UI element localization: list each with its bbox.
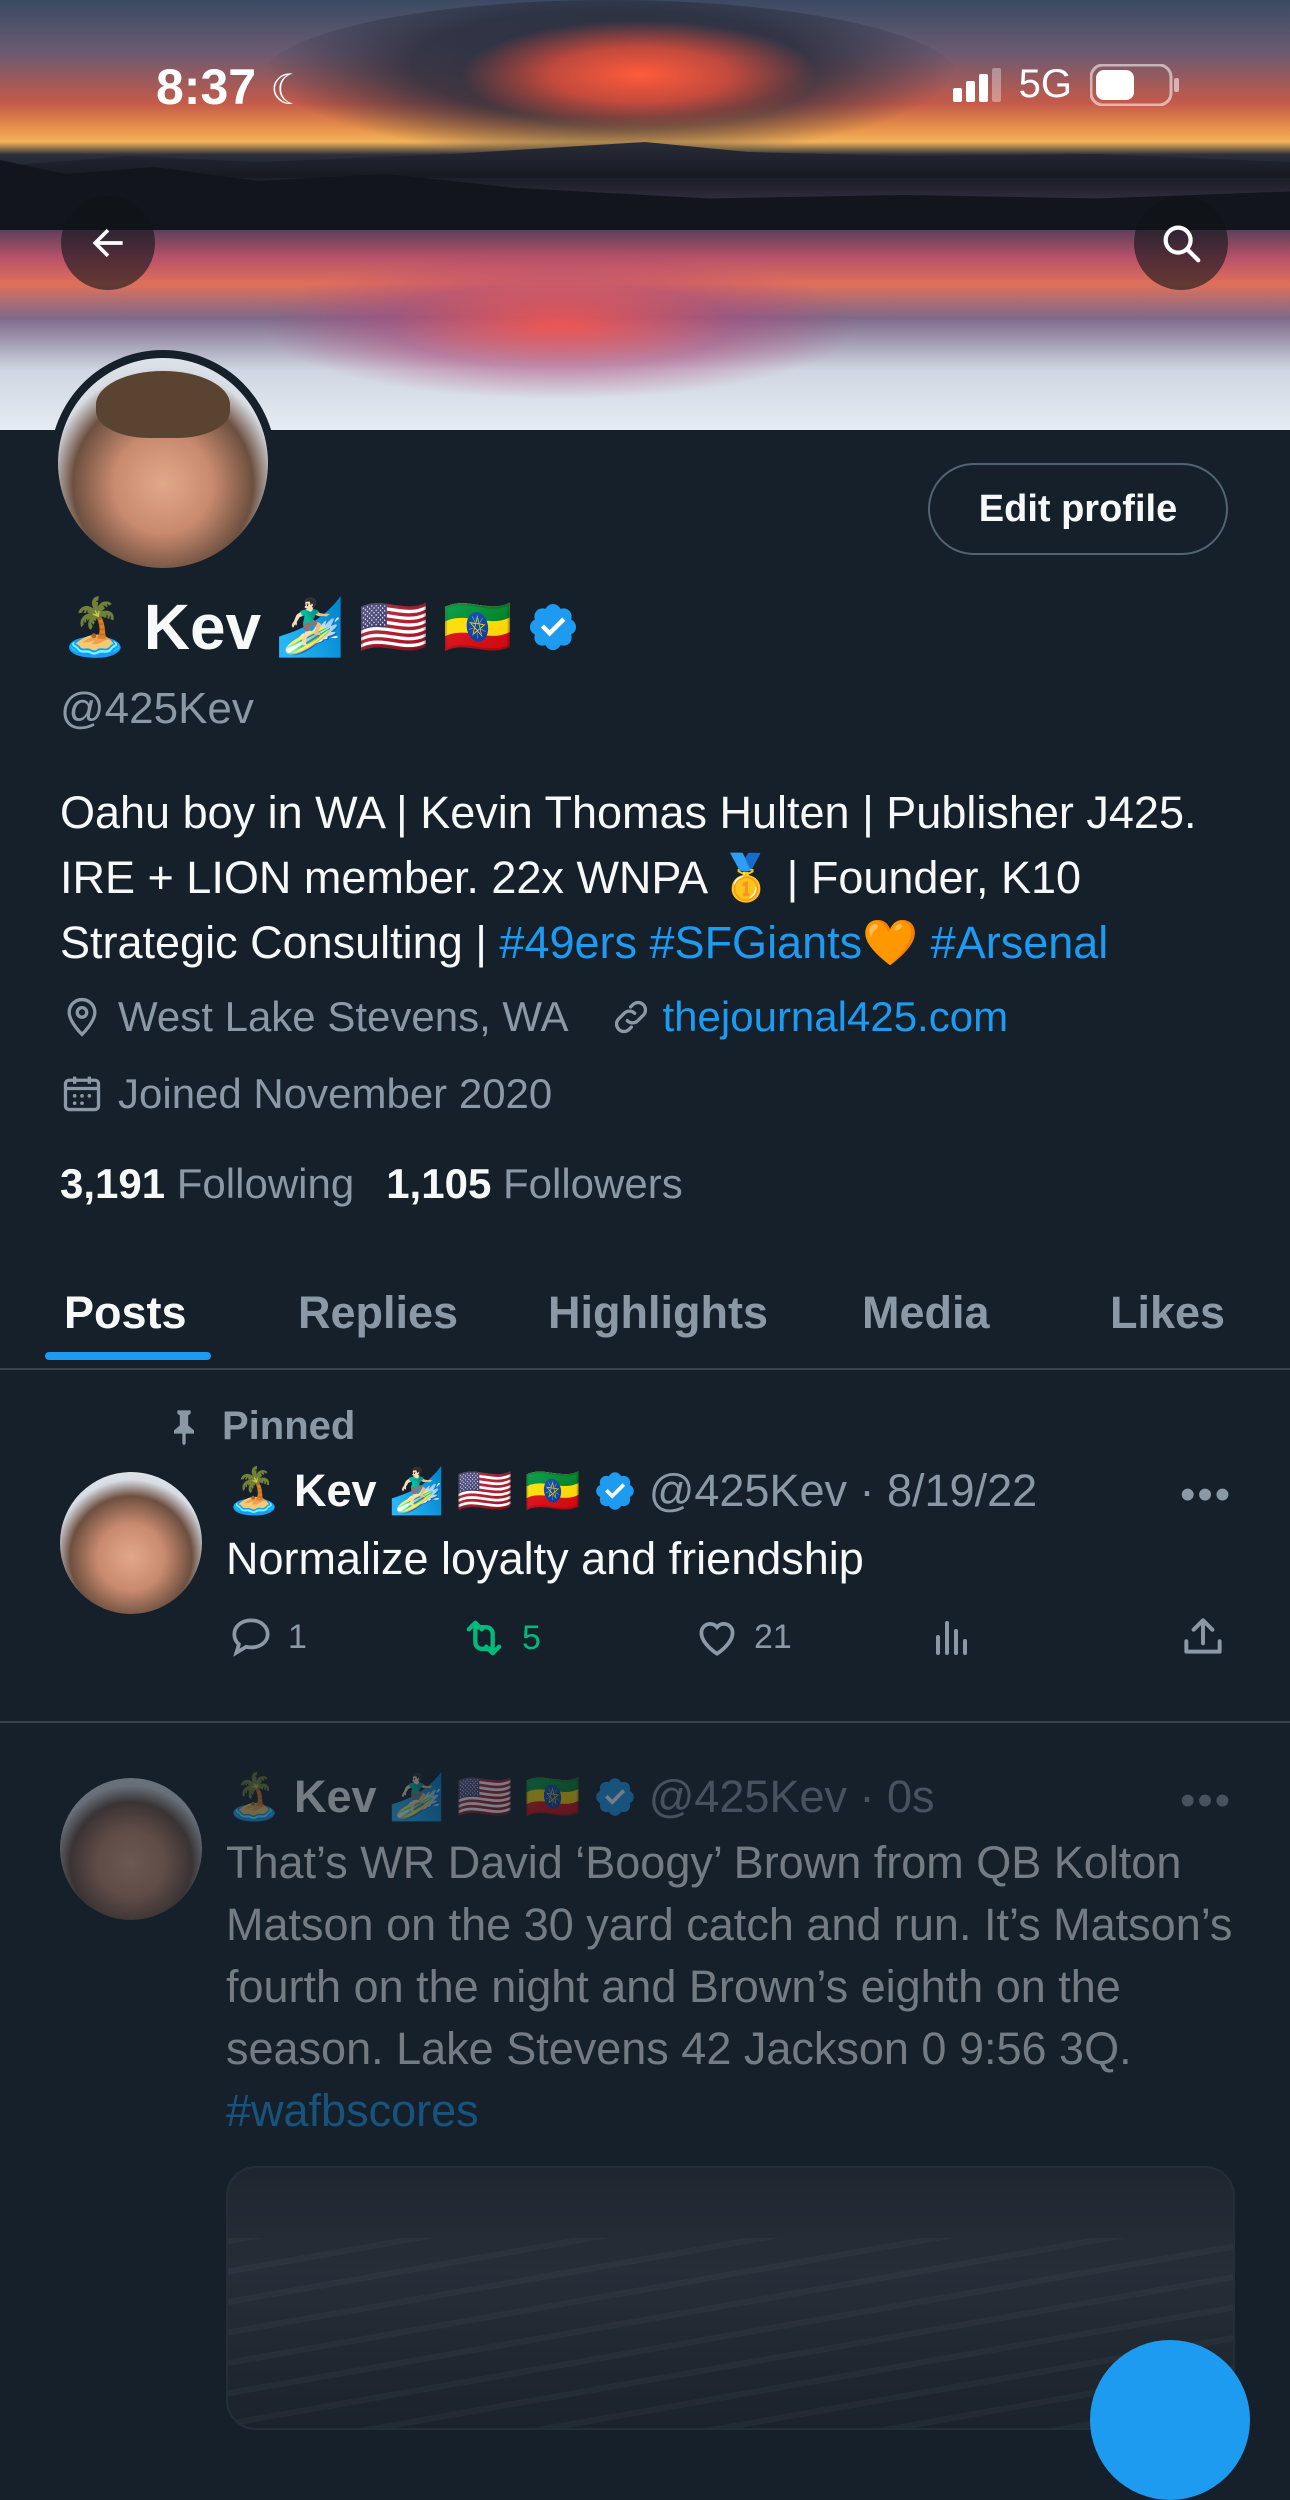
back-button[interactable] xyxy=(61,196,155,290)
us-flag-emoji: 🇺🇸 xyxy=(456,1771,513,1822)
post-hashtag[interactable]: #wafbscores xyxy=(226,2085,479,2136)
profile-name-row: 🏝️ Kev 🏄🏻‍♂️ 🇺🇸 🇪🇹 xyxy=(60,590,580,664)
more-options-icon[interactable]: ••• xyxy=(1180,1470,1232,1520)
pinned-post-text: Normalize loyalty and friendship xyxy=(226,1533,864,1584)
island-emoji: 🏝️ xyxy=(60,595,130,658)
edit-profile-button[interactable]: Edit profile xyxy=(928,463,1228,555)
post-header: 🏝️ Kev 🏄🏻‍♂️ 🇺🇸 🇪🇹 @425Kev · 0s xyxy=(226,1770,935,1823)
pinned-post-author[interactable]: Kev xyxy=(294,1465,377,1517)
search-icon xyxy=(1163,225,1201,263)
location-pin-icon xyxy=(67,997,97,1037)
signal-icon xyxy=(952,67,1001,102)
surfer-emoji: 🏄🏻‍♂️ xyxy=(388,1465,445,1516)
reply-icon xyxy=(232,1618,270,1657)
follow-counts: 3,191 Following 1,105 Followers xyxy=(60,1160,683,1208)
repost-icon xyxy=(466,1620,502,1656)
status-indicators: 5G xyxy=(952,62,1180,107)
post-avatar[interactable] xyxy=(60,1778,202,1920)
profile-joined-row: Joined November 2020 xyxy=(60,1070,552,1118)
pinned-label: Pinned xyxy=(222,1404,356,1448)
pinned-post-handle-time: @425Kev · 8/19/22 xyxy=(648,1464,1038,1516)
moon-icon: ☾ xyxy=(269,66,308,113)
heart-icon xyxy=(699,1622,735,1656)
views-button[interactable] xyxy=(928,1612,976,1662)
profile-joined-date: Joined November 2020 xyxy=(118,1070,553,1117)
post-text: That’s WR David ‘Boogy’ Brown from QB Ko… xyxy=(226,1837,1233,2136)
analytics-icon xyxy=(936,1621,967,1655)
profile-location: West Lake Stevens, WA xyxy=(118,993,569,1040)
verified-badge-icon xyxy=(595,1471,634,1510)
compose-post-button[interactable] xyxy=(1090,2340,1250,2500)
banner-reflection xyxy=(260,250,860,400)
bio-hashtag-sfgiants[interactable]: #SFGiants xyxy=(650,917,863,968)
profile-meta-row: West Lake Stevens, WA thejournal425.com xyxy=(60,993,1008,1041)
share-icon xyxy=(1184,1618,1222,1654)
island-emoji: 🏝️ xyxy=(226,1465,283,1516)
stadium-stands xyxy=(228,2238,1233,2428)
ethiopia-flag-emoji: 🇪🇹 xyxy=(524,1771,581,1822)
verified-badge-icon xyxy=(595,1777,634,1816)
profile-bio: Oahu boy in WA | Kevin Thomas Hulten | P… xyxy=(60,780,1240,975)
post-handle-time: @425Kev · 0s xyxy=(648,1770,935,1822)
profile-avatar[interactable] xyxy=(50,350,276,576)
post-divider xyxy=(0,1721,1290,1723)
profile-handle: @425Kev xyxy=(60,684,254,733)
tab-media[interactable]: Media xyxy=(862,1260,990,1366)
back-arrow-icon xyxy=(92,228,123,258)
active-tab-indicator xyxy=(45,1352,211,1360)
post-media-image[interactable] xyxy=(226,2166,1235,2430)
us-flag-emoji: 🇺🇸 xyxy=(358,595,429,658)
surfer-emoji: 🏄🏻‍♂️ xyxy=(388,1771,445,1822)
pinned-post-header: 🏝️ Kev 🏄🏻‍♂️ 🇺🇸 🇪🇹 @425Kev · 8/19/22 xyxy=(226,1464,1037,1517)
tab-likes[interactable]: Likes xyxy=(1110,1260,1225,1366)
tab-highlights[interactable]: Highlights xyxy=(548,1260,768,1366)
surfer-emoji: 🏄🏻‍♂️ xyxy=(275,595,345,658)
banner-mountains xyxy=(0,142,1290,178)
more-options-icon[interactable]: ••• xyxy=(1180,1776,1232,1826)
repost-button[interactable]: 5 xyxy=(458,1612,541,1664)
bio-hashtag-49ers[interactable]: #49ers xyxy=(499,917,637,968)
followers-count-link[interactable]: 1,105 Followers xyxy=(386,1160,683,1208)
status-time: 8:37 ☾ xyxy=(156,59,308,115)
share-button[interactable] xyxy=(1178,1612,1228,1662)
pinned-label-row: Pinned xyxy=(164,1404,355,1449)
giants-emoji: 🧡 xyxy=(862,917,919,968)
calendar-icon xyxy=(63,1076,101,1112)
ethiopia-flag-emoji: 🇪🇹 xyxy=(442,595,513,658)
profile-website-link[interactable]: thejournal425.com xyxy=(663,993,1009,1041)
verified-badge-icon[interactable] xyxy=(526,600,580,654)
avatar-photo xyxy=(58,358,268,568)
like-button[interactable]: 21 xyxy=(692,1612,792,1662)
tab-posts[interactable]: Posts xyxy=(64,1260,187,1366)
tab-replies[interactable]: Replies xyxy=(298,1260,458,1366)
bio-hashtag-arsenal[interactable]: #Arsenal xyxy=(931,917,1109,968)
following-count-link[interactable]: 3,191 Following xyxy=(60,1160,354,1208)
island-emoji: 🏝️ xyxy=(226,1771,283,1822)
link-icon xyxy=(614,1000,647,1034)
pin-icon xyxy=(174,1409,194,1445)
ethiopia-flag-emoji: 🇪🇹 xyxy=(524,1465,581,1516)
pinned-post-avatar[interactable] xyxy=(60,1472,202,1614)
post-author[interactable]: Kev xyxy=(294,1771,377,1823)
profile-name: Kev xyxy=(143,591,262,663)
us-flag-emoji: 🇺🇸 xyxy=(456,1465,513,1516)
network-label: 5G xyxy=(1018,62,1072,106)
battery-icon xyxy=(1090,63,1179,106)
search-button[interactable] xyxy=(1134,196,1228,290)
reply-button[interactable]: 1 xyxy=(226,1612,307,1662)
banner-sunset-glow xyxy=(460,20,820,130)
